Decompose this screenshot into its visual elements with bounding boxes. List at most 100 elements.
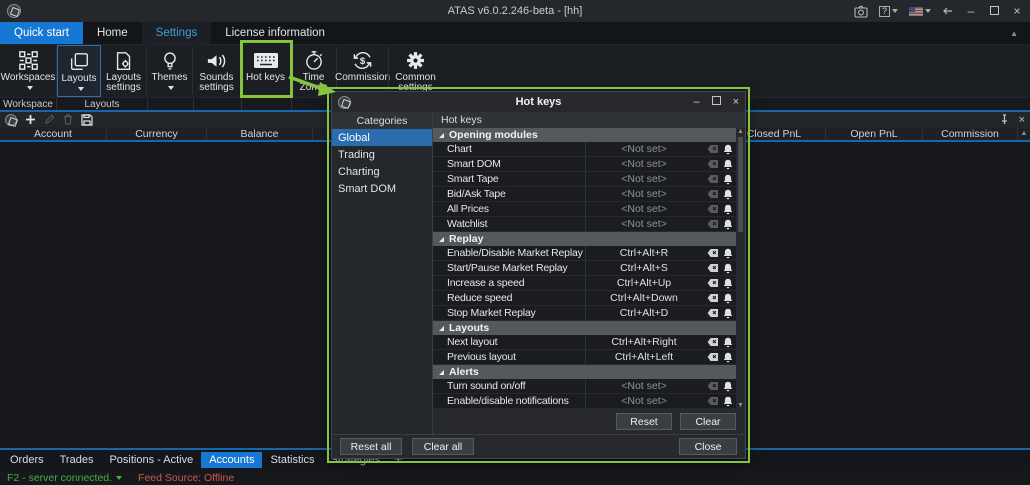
clear-button[interactable]: Clear (680, 413, 736, 430)
hotkey-row[interactable]: Previous layoutCtrl+Alt+Left (433, 350, 736, 365)
hotkey-value[interactable]: Ctrl+Alt+Down (585, 291, 702, 305)
hotkey-value[interactable]: Ctrl+Alt+S (585, 261, 702, 275)
scroll-down-icon[interactable]: ▼ (737, 402, 744, 409)
tab-accounts[interactable]: Accounts (201, 452, 262, 468)
hotkey-value[interactable]: Ctrl+Alt+R (585, 246, 702, 260)
tab-statistics[interactable]: Statistics (262, 452, 322, 468)
hotkey-value[interactable]: <Not set> (585, 202, 702, 216)
table-scroll-up-icon[interactable]: ▲ (1018, 127, 1030, 140)
dialog-close-icon[interactable]: × (733, 96, 739, 108)
clear-hotkey-backspace-icon[interactable] (707, 396, 719, 406)
tab-trades[interactable]: Trades (52, 452, 102, 468)
clear-hotkey-backspace-icon[interactable] (707, 219, 719, 229)
ribbon-tab-settings[interactable]: Settings (142, 22, 212, 44)
category-item-trading[interactable]: Trading (332, 146, 432, 163)
maximize-button[interactable] (988, 5, 1000, 17)
reset-all-button[interactable]: Reset all (340, 438, 402, 455)
clear-hotkey-backspace-icon[interactable] (707, 278, 719, 288)
collapse-ribbon-icon[interactable]: ▲ (1010, 22, 1030, 44)
hotkey-row[interactable]: Reduce speedCtrl+Alt+Down (433, 291, 736, 306)
hotkey-section-opening-modules[interactable]: Opening modules (433, 128, 736, 142)
ribbon-button-themes[interactable]: Themes (147, 45, 192, 97)
hotkey-value[interactable]: <Not set> (585, 394, 702, 408)
clear-hotkey-backspace-icon[interactable] (707, 189, 719, 199)
hotkey-row[interactable]: Watchlist<Not set> (433, 217, 736, 232)
ribbon-button-layouts-settings[interactable]: Layouts settings (101, 45, 146, 97)
clear-hotkey-backspace-icon[interactable] (707, 381, 719, 391)
clear-hotkey-backspace-icon[interactable] (707, 174, 719, 184)
pin-panel-icon[interactable] (1000, 114, 1009, 125)
ribbon-button-layouts[interactable]: Layouts (57, 45, 101, 97)
clear-hotkey-backspace-icon[interactable] (707, 352, 719, 362)
connection-status[interactable]: F2 - server connected. (7, 472, 122, 484)
scrollbar-thumb[interactable] (738, 137, 743, 232)
delete-account-icon[interactable] (63, 114, 73, 125)
ribbon-button-sounds[interactable]: Sounds settings (193, 45, 240, 97)
hotkey-row[interactable]: Bid/Ask Tape<Not set> (433, 187, 736, 202)
hotkey-value[interactable]: <Not set> (585, 157, 702, 171)
clear-hotkey-backspace-icon[interactable] (707, 159, 719, 169)
column-header-commission[interactable]: Commission (923, 127, 1018, 140)
language-flag-button[interactable] (909, 7, 931, 16)
hotkey-value[interactable]: Ctrl+Alt+Up (585, 276, 702, 290)
hotkey-value[interactable]: <Not set> (585, 142, 702, 156)
hotkey-value[interactable]: Ctrl+Alt+Right (585, 335, 702, 349)
hotkey-bell-icon[interactable] (723, 263, 733, 274)
hotkey-row[interactable]: Smart DOM<Not set> (433, 157, 736, 172)
hotkey-bell-icon[interactable] (723, 204, 733, 215)
ribbon-button-workspaces[interactable]: Workspaces (0, 45, 56, 97)
add-account-icon[interactable] (25, 114, 36, 125)
hotkeys-scrollbar[interactable]: ▲ ▼ (736, 128, 745, 409)
ribbon-tab-quick-start[interactable]: Quick start (0, 22, 83, 44)
clear-hotkey-backspace-icon[interactable] (707, 293, 719, 303)
hotkey-row[interactable]: All Prices<Not set> (433, 202, 736, 217)
category-item-charting[interactable]: Charting (332, 163, 432, 180)
clear-hotkey-backspace-icon[interactable] (707, 248, 719, 258)
category-item-smart-dom[interactable]: Smart DOM (332, 180, 432, 197)
column-header-balance[interactable]: Balance (207, 127, 313, 140)
hotkey-section-replay[interactable]: Replay (433, 232, 736, 246)
tab-positions-active[interactable]: Positions - Active (101, 452, 201, 468)
category-item-global[interactable]: Global (332, 129, 432, 146)
hotkey-row[interactable]: Enable/disable notifications<Not set> (433, 394, 736, 409)
close-panel-icon[interactable]: × (1019, 114, 1025, 126)
clear-hotkey-backspace-icon[interactable] (707, 204, 719, 214)
minimize-button[interactable]: – (965, 5, 977, 17)
ribbon-button-settings[interactable]: Common settings (389, 45, 442, 97)
edit-account-icon[interactable] (44, 114, 55, 125)
hotkey-bell-icon[interactable] (723, 337, 733, 348)
ribbon-button-commission[interactable]: $Commission (337, 45, 388, 97)
hotkey-row[interactable]: Start/Pause Market ReplayCtrl+Alt+S (433, 261, 736, 276)
clear-hotkey-backspace-icon[interactable] (707, 144, 719, 154)
hotkey-row[interactable]: Increase a speedCtrl+Alt+Up (433, 276, 736, 291)
hotkey-row[interactable]: Stop Market ReplayCtrl+Alt+D (433, 306, 736, 321)
scroll-up-icon[interactable]: ▲ (737, 128, 744, 135)
hotkey-bell-icon[interactable] (723, 159, 733, 170)
hotkey-value[interactable]: Ctrl+Alt+Left (585, 350, 702, 364)
close-dialog-button[interactable]: Close (679, 438, 737, 455)
ribbon-button-timezones[interactable]: Time Zones (291, 45, 336, 97)
hotkey-value[interactable]: <Not set> (585, 217, 702, 231)
clear-hotkey-backspace-icon[interactable] (707, 337, 719, 347)
hotkey-bell-icon[interactable] (723, 144, 733, 155)
clear-all-button[interactable]: Clear all (412, 438, 474, 455)
tab-orders[interactable]: Orders (2, 452, 52, 468)
hotkey-bell-icon[interactable] (723, 278, 733, 289)
ribbon-button-hotkeys[interactable]: Hot keys (241, 45, 290, 97)
dialog-minimize-button[interactable]: – (693, 96, 699, 108)
hotkey-bell-icon[interactable] (723, 396, 733, 407)
hotkey-section-layouts[interactable]: Layouts (433, 321, 736, 335)
hotkey-bell-icon[interactable] (723, 219, 733, 230)
column-header-currency[interactable]: Currency (107, 127, 207, 140)
close-button[interactable]: × (1011, 5, 1023, 17)
hotkey-row[interactable]: Chart<Not set> (433, 142, 736, 157)
hotkey-bell-icon[interactable] (723, 248, 733, 259)
clear-hotkey-backspace-icon[interactable] (707, 263, 719, 273)
hotkey-section-alerts[interactable]: Alerts (433, 365, 736, 379)
clear-hotkey-backspace-icon[interactable] (707, 308, 719, 318)
hotkey-bell-icon[interactable] (723, 189, 733, 200)
help-menu-button[interactable]: ? (879, 6, 898, 17)
hotkey-row[interactable]: Smart Tape<Not set> (433, 172, 736, 187)
hotkey-bell-icon[interactable] (723, 381, 733, 392)
column-header-open-pnl[interactable]: Open PnL (826, 127, 923, 140)
